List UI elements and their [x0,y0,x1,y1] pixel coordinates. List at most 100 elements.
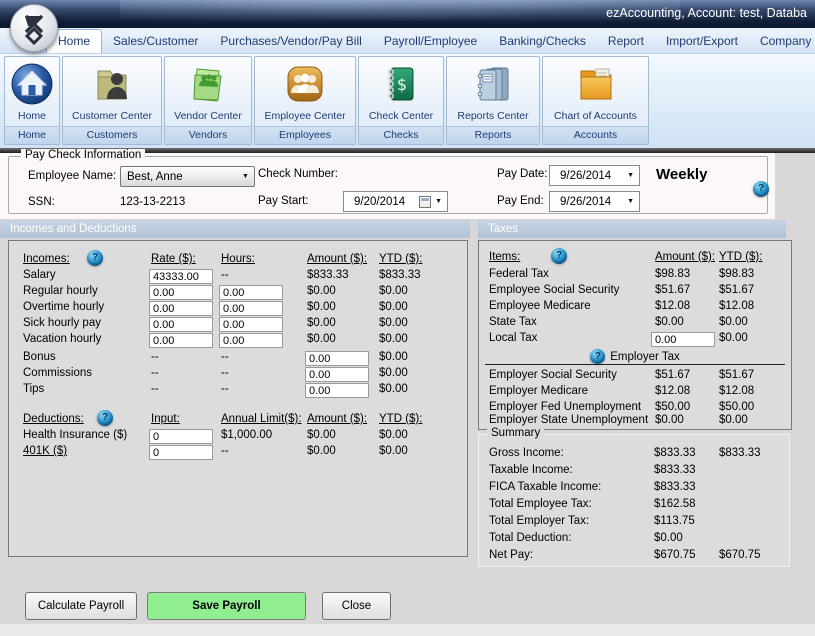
row-amount: $0.00 [655,414,684,426]
amount-column-header: Amount ($): [307,413,367,425]
row-amount: $0.00 [307,285,336,297]
pay-date-dropdown[interactable]: 9/26/2014 ▼ [549,165,640,186]
toolbar-reports-center[interactable]: Reports Center Reports [446,56,540,145]
title-bar: ezAccounting, Account: test, Databa [0,0,815,28]
sick-hourly-hours-input[interactable] [219,317,283,332]
deductions-help-icon[interactable] [97,410,113,426]
commissions-amount-input[interactable] [305,367,369,382]
row-label: Bonus [23,351,56,363]
customer-folder-icon [88,59,136,109]
regular-hourly-hours-input[interactable] [219,285,283,300]
row-ytd: $0.00 [379,301,408,313]
tab-company[interactable]: Company [749,30,815,53]
regular-hourly-rate-input[interactable] [149,285,213,300]
employee-name-value: Best, Anne [127,171,183,183]
overtime-hourly-hours-input[interactable] [219,301,283,316]
row-ytd: $50.00 [719,401,754,413]
toolbar-vendor-center[interactable]: Vendor Center Vendors [164,56,252,145]
incomes-help-icon[interactable] [87,250,103,266]
employer-tax-help-icon[interactable] [590,349,605,364]
income-row-salary: Salary -- $833.33 $833.33 [9,269,467,285]
row-value: $162.58 [654,498,696,510]
row-limit: $1,000.00 [221,429,272,441]
toolbar-employee-center[interactable]: Employee Center Employees [254,56,356,145]
row-label: Net Pay: [489,549,533,561]
app-menu-button[interactable] [10,4,58,52]
health-insurance-input[interactable] [149,429,213,444]
employee-name-label: Employee Name: [28,170,116,182]
menu-bar: Home Sales/Customer Purchases/Vendor/Pay… [0,28,815,54]
hours-column-header: Hours: [221,253,255,265]
employee-name-dropdown[interactable]: Best, Anne ▼ [120,166,255,187]
tab-sales-customer[interactable]: Sales/Customer [102,30,209,53]
toolbar-customer-center[interactable]: Customer Center Customers [62,56,162,145]
incomes-section-header: Incomes and Deductions [0,220,470,238]
k401-input[interactable] [149,445,213,460]
row-amount: $833.33 [307,269,349,281]
toolbar-customer-subtitle: Customers [63,126,161,144]
k401-link[interactable]: 401K ($) [23,445,67,457]
ezaccounting-window: ezAccounting, Account: test, Databa Home… [0,0,815,636]
income-row-overtime-hourly: Overtime hourly $0.00 $0.00 [9,301,467,317]
calculate-payroll-button[interactable]: Calculate Payroll [25,592,137,620]
row-ytd: $0.00 [379,333,408,345]
deduction-row-401k: 401K ($) -- $0.00 $0.00 [9,445,467,461]
bottom-band [0,624,815,636]
ribbon-toolbar: Home Home Customer Center Customers [0,54,815,148]
ytd-column-header: YTD ($): [379,413,422,425]
checkbook-icon: $ [378,59,424,109]
taxes-panel: Items: Amount ($): YTD ($): Federal Tax … [478,240,792,430]
summary-row-total-deduction: Total Deduction: $0.00 [479,532,789,548]
row-ytd: $12.08 [719,385,754,397]
overtime-hourly-rate-input[interactable] [149,301,213,316]
tab-report[interactable]: Report [597,30,655,53]
pay-start-datepicker[interactable]: 9/20/2014 ▼ [343,191,448,212]
paycheck-help-icon[interactable] [753,181,769,197]
pay-start-label: Pay Start: [258,195,309,207]
save-payroll-button[interactable]: Save Payroll [147,592,306,620]
summary-row-gross-income: Gross Income: $833.33 $833.33 [479,447,789,463]
local-tax-input[interactable] [651,332,715,347]
pay-frequency-label: Weekly [656,166,707,183]
bonus-amount-input[interactable] [305,351,369,366]
reports-binders-icon [469,59,517,109]
svg-text:$: $ [397,75,407,94]
toolbar-check-title: Check Center [369,109,433,124]
row-hours: -- [221,383,229,395]
tax-row-state: State Tax $0.00 $0.00 [479,316,791,332]
deductions-header-row: Deductions: Input: Annual Limit($): Amou… [9,413,467,429]
row-label: Tips [23,383,44,395]
vacation-hourly-hours-input[interactable] [219,333,283,348]
taxes-help-icon[interactable] [551,248,567,264]
sick-hourly-rate-input[interactable] [149,317,213,332]
summary-title: Summary [487,427,544,439]
tab-banking-checks[interactable]: Banking/Checks [488,30,597,53]
row-label: Federal Tax [489,268,549,280]
items-column-header: Items: [489,251,520,263]
taxes-section-header: Taxes [478,220,786,238]
ytd-column-header: YTD ($): [379,253,422,265]
toolbar-chart-of-accounts[interactable]: Chart of Accounts Accounts [542,56,649,145]
pay-end-dropdown[interactable]: 9/26/2014 ▼ [549,191,640,212]
tab-import-export[interactable]: Import/Export [655,30,749,53]
toolbar-check-center[interactable]: $ Check Center Checks [358,56,444,145]
row-rate: -- [151,351,159,363]
salary-rate-input[interactable] [149,269,213,284]
ytd-column-header: YTD ($): [719,251,762,263]
toolbar-vendor-title: Vendor Center [174,109,242,124]
income-row-regular-hourly: Regular hourly $0.00 $0.00 [9,285,467,301]
tab-purchases-vendor-pay-bill[interactable]: Purchases/Vendor/Pay Bill [209,30,372,53]
close-button[interactable]: Close [322,592,391,620]
vacation-hourly-rate-input[interactable] [149,333,213,348]
rate-column-header: Rate ($): [151,253,196,265]
check-number-label: Check Number: [258,168,338,180]
deductions-column-header: Deductions: [23,413,84,425]
row-amount: $0.00 [307,301,336,313]
row-ytd: $0.00 [379,351,408,363]
tab-payroll-employee[interactable]: Payroll/Employee [373,30,488,53]
row-ytd: $0.00 [379,317,408,329]
toolbar-home[interactable]: Home Home [4,56,60,145]
window-title: ezAccounting, Account: test, Databa [606,6,807,20]
tips-amount-input[interactable] [305,383,369,398]
row-amount: $12.08 [655,385,690,397]
